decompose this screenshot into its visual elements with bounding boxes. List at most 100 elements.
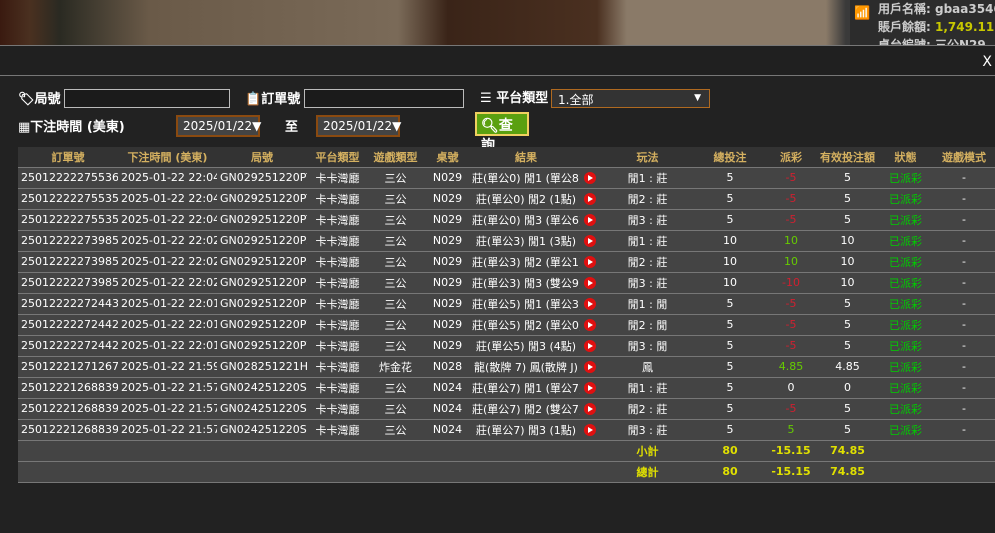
order-id: 250122222755358 [18,209,118,231]
total-bet: 5 [695,419,765,441]
empty-cell [580,440,600,462]
play[interactable] [580,419,600,441]
platform: 卡卡灣廳 [307,398,368,420]
play[interactable] [580,188,600,210]
column-header: 訂單號 [18,147,118,168]
live-video-background [0,0,995,46]
game-type: 三公 [368,251,423,273]
bet-time: 2025-01-22 22:02:38 [118,272,217,294]
play-replay-icon[interactable] [584,403,596,415]
bet-type: 閒2 : 莊 [600,398,695,420]
valid-bet: 5 [817,314,878,336]
table-row: 2501222227553602025-01-22 22:04:09GN0292… [18,167,995,189]
table-no: N029 [423,335,472,357]
result: 莊(單公3) 閒1 (3點) [472,230,580,252]
date-from-picker[interactable]: 2025/01/22▼ [176,115,261,137]
payout: 5 [765,419,817,441]
play[interactable] [580,167,600,189]
total-bet: 5 [695,209,765,231]
table-row: 2501222227398552025-01-22 22:02:38GN0292… [18,272,995,294]
play-replay-icon[interactable] [584,214,596,226]
play[interactable] [580,272,600,294]
total-bet: 5 [695,398,765,420]
empty-cell [423,461,472,483]
table-row: 2501222227398562025-01-22 22:02:38GN0292… [18,251,995,273]
payout: 0 [765,377,817,399]
play-replay-icon[interactable] [584,277,596,289]
play-replay-icon[interactable] [584,172,596,184]
play-replay-icon[interactable] [584,382,596,394]
game-type: 炸金花 [368,356,423,378]
play-replay-icon[interactable] [584,298,596,310]
play[interactable] [580,356,600,378]
date-to-picker[interactable]: 2025/01/22▼ [316,115,401,137]
game-type: 三公 [368,167,423,189]
play-replay-icon[interactable] [584,361,596,373]
subtotal-payout: -15.15 [765,440,817,462]
play-replay-icon[interactable] [584,424,596,436]
platform: 卡卡灣廳 [307,230,368,252]
column-header: 狀態 [878,147,933,168]
play[interactable] [580,335,600,357]
to-label: 至 [285,120,299,135]
table-no: N028 [423,356,472,378]
play[interactable] [580,314,600,336]
play-replay-icon[interactable] [584,256,596,268]
subtotal-valid: 74.85 [817,440,878,462]
round-id: GN029251220PX [217,230,307,252]
platform: 卡卡灣廳 [307,314,368,336]
valid-bet: 5 [817,209,878,231]
payout: -5 [765,314,817,336]
column-header: 結果 [472,147,580,168]
result: 龍(散牌 7) 鳳(散牌 J) [472,356,580,378]
query-button[interactable]: 🔍︎查詢 [475,112,529,154]
round-input[interactable] [64,89,230,108]
play[interactable] [580,230,600,252]
bet-history-table: 訂單號 下注時間 (美東) 局號 平台類型 遊戲類型 桌號 結果 玩法 總投注 派彩 有效投注額 狀態… [18,147,995,483]
bet-time: 2025-01-22 21:57:11 [118,419,217,441]
play-replay-icon[interactable] [584,319,596,331]
empty-cell [307,461,368,483]
play[interactable] [580,398,600,420]
order-id: 250122222755360 [18,167,118,189]
bet-time: 2025-01-22 22:04:09 [118,188,217,210]
table-row: 2501222126883982025-01-22 21:57:11GN0242… [18,398,995,420]
balance: 1,749.11 [935,20,995,34]
bet-time: 2025-01-22 22:01:02 [118,293,217,315]
play-replay-icon[interactable] [584,235,596,247]
close-button[interactable]: X [982,54,992,70]
valid-bet: 5 [817,419,878,441]
play[interactable] [580,293,600,315]
order-id: 250122222739857 [18,230,118,252]
total-bet: 5 [695,335,765,357]
play-replay-icon[interactable] [584,193,596,205]
status: 已派彩 [878,251,933,273]
table-no: N029 [423,251,472,273]
order-id: 250122212712674 [18,356,118,378]
empty-cell [368,461,423,483]
total-bet: 10 [695,251,765,273]
play-replay-icon[interactable] [584,340,596,352]
status: 已派彩 [878,230,933,252]
order-input[interactable] [304,89,464,108]
empty-cell [118,440,217,462]
bet-type: 閒1 : 閒 [600,293,695,315]
payout: -5 [765,398,817,420]
game-type: 三公 [368,314,423,336]
play[interactable] [580,209,600,231]
platform-select[interactable]: 1.全部 ▼ [551,89,710,108]
order-id: 250122222724431 [18,293,118,315]
game-type: 三公 [368,188,423,210]
status: 已派彩 [878,188,933,210]
play[interactable] [580,377,600,399]
total-bet: 5 [695,293,765,315]
bet-time: 2025-01-22 21:59:49 [118,356,217,378]
valid-bet: 10 [817,251,878,273]
round-id: GN029251220PW [217,314,307,336]
payout: 4.85 [765,356,817,378]
platform: 卡卡灣廳 [307,419,368,441]
round-id: GN029251220PY [217,188,307,210]
empty-cell [878,440,933,462]
play[interactable] [580,251,600,273]
table-no: N029 [423,272,472,294]
